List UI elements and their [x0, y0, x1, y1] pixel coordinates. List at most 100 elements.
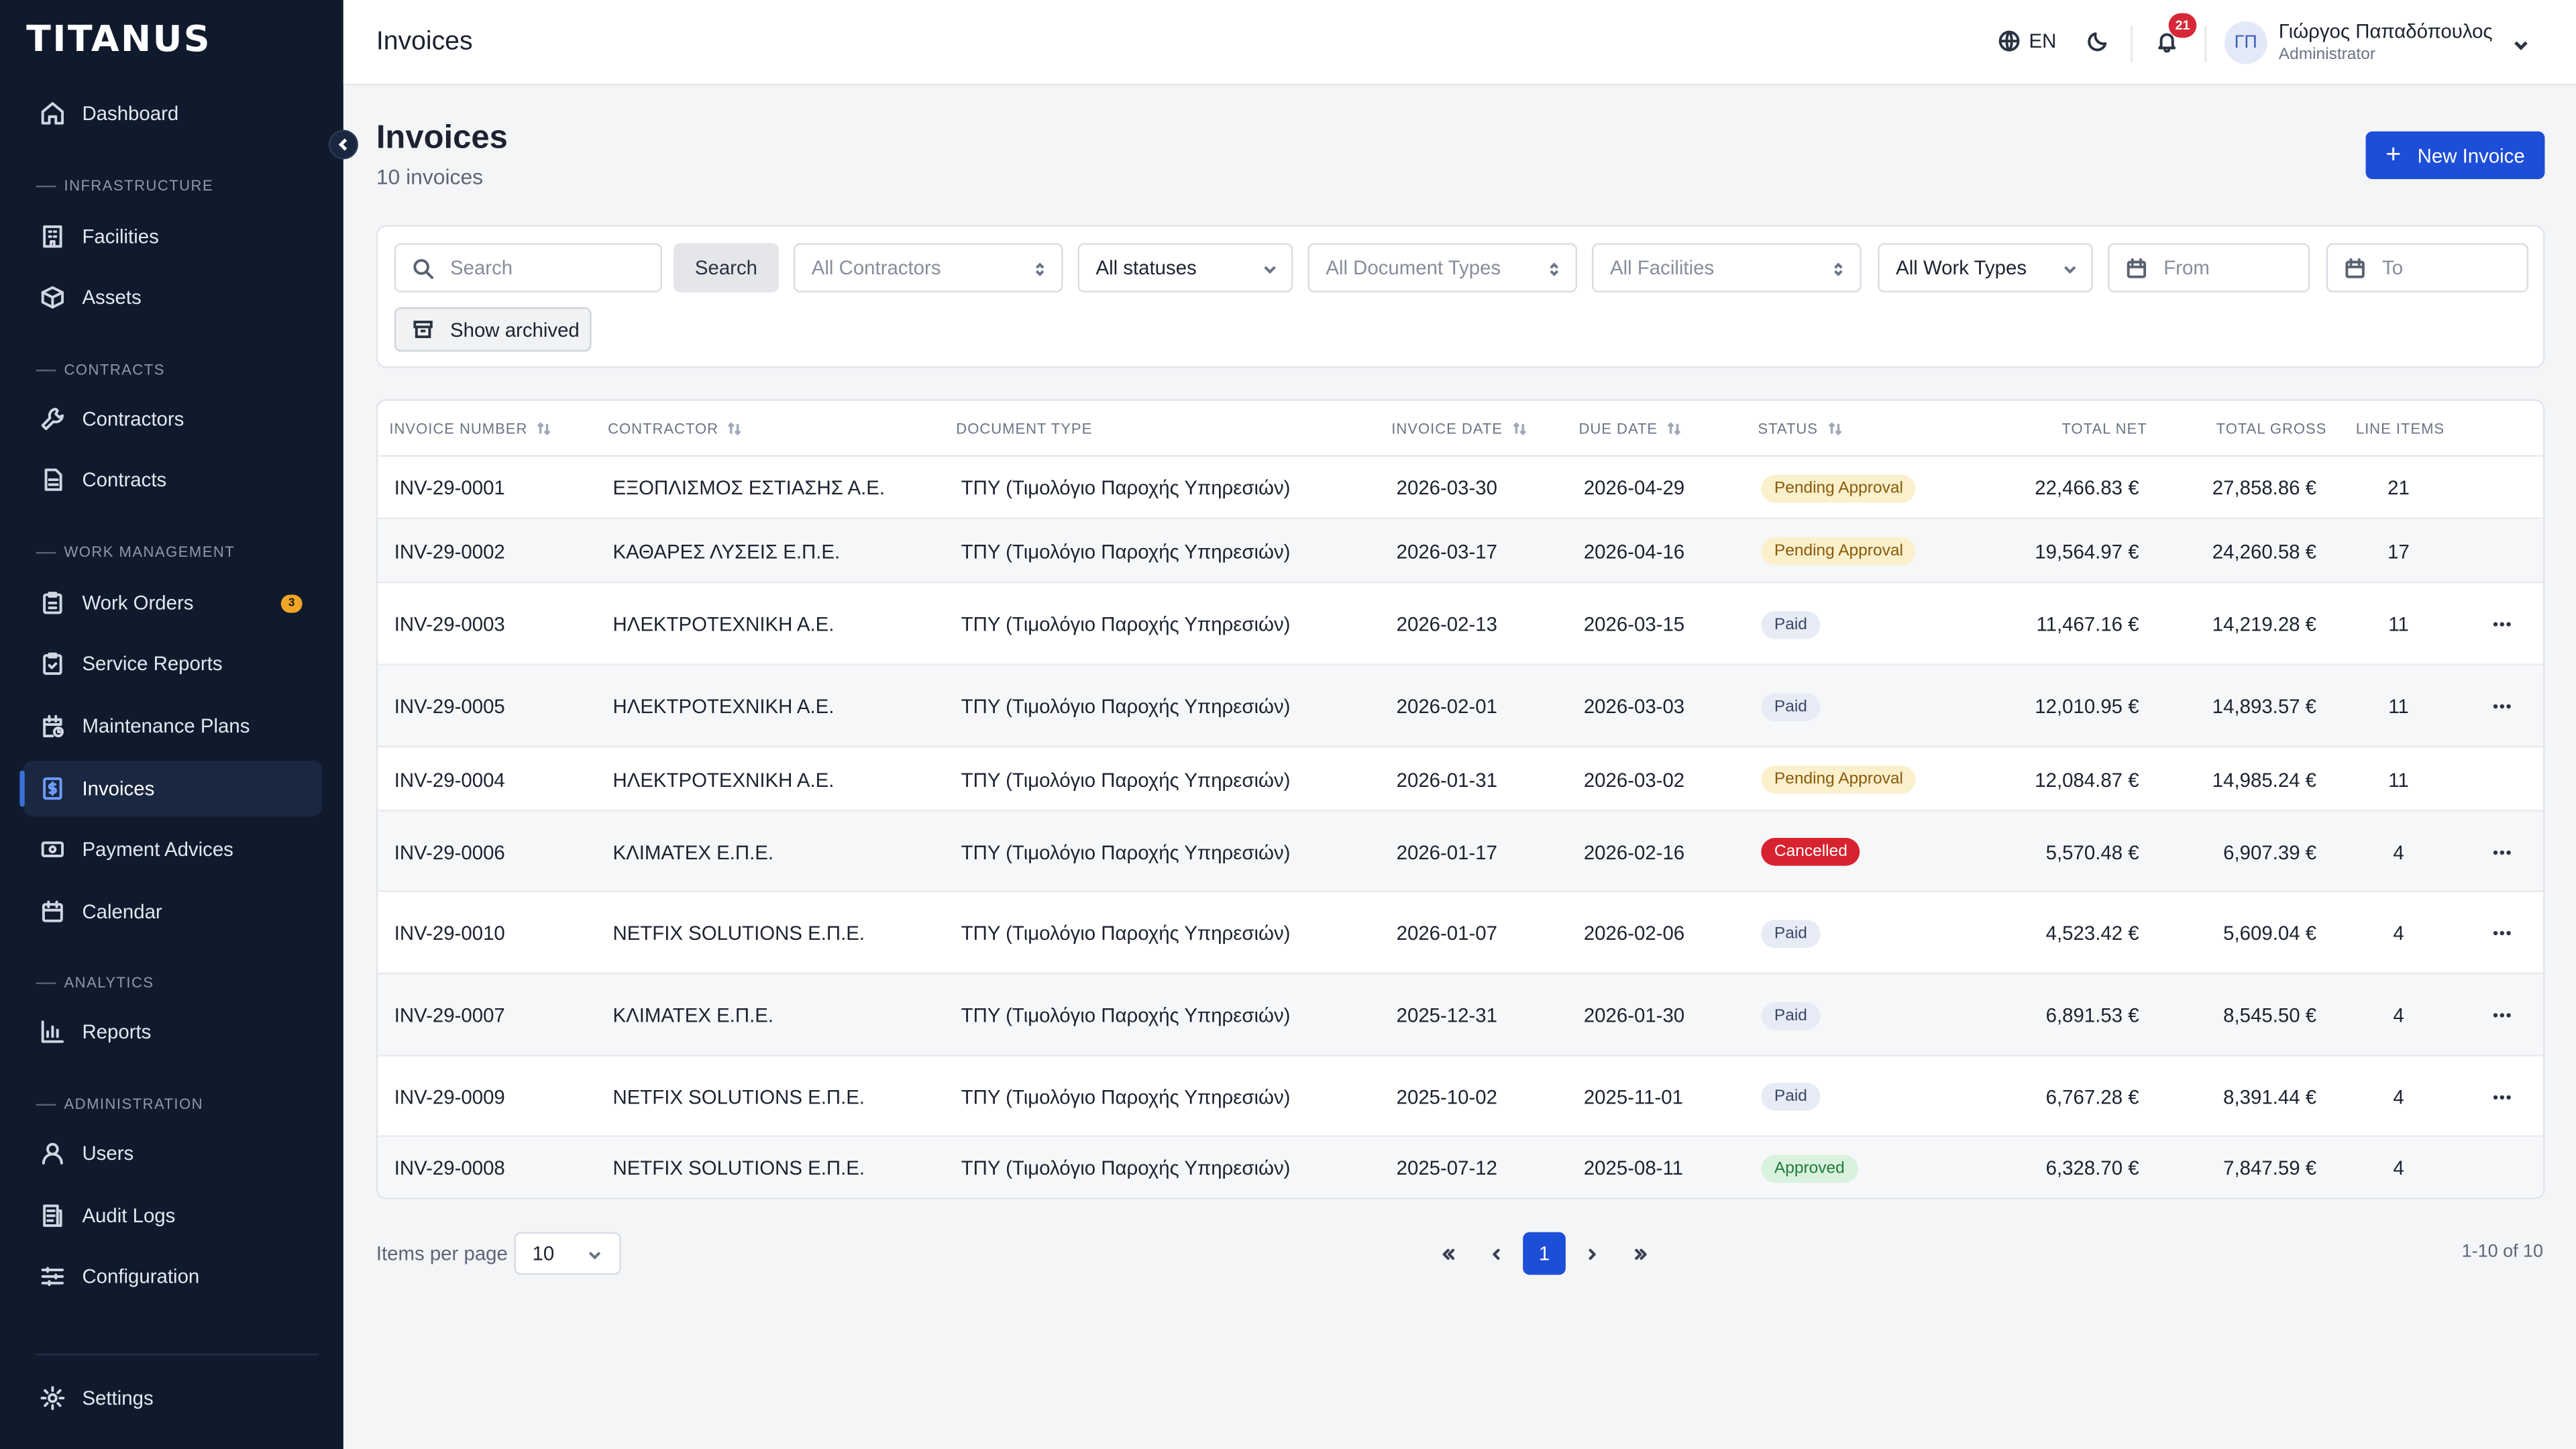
- more-horizontal-icon: [2493, 1094, 2511, 1099]
- sidebar-item-calendar[interactable]: Calendar: [23, 884, 322, 940]
- sidebar-item-work-orders[interactable]: Work Orders 3: [23, 575, 322, 631]
- table-row[interactable]: INV-29-0008 NETFIX SOLUTIONS Ε.Π.Ε. ΤΠΥ (Τ…: [378, 1136, 2544, 1198]
- date-from-input[interactable]: From: [2108, 243, 2310, 292]
- sidebar-item-contracts[interactable]: Contracts: [23, 451, 322, 507]
- invoice-number-cell[interactable]: INV-29-0005: [394, 695, 505, 718]
- user-menu-toggle[interactable]: [2512, 33, 2530, 62]
- show-archived-button[interactable]: Show archived: [394, 307, 592, 352]
- document-type-cell: ΤΠΥ (Τιμολόγιο Παροχής Υπηρεσιών): [961, 476, 1291, 500]
- avatar[interactable]: ΓΠ: [2224, 21, 2267, 64]
- invoice-number-cell[interactable]: INV-29-0007: [394, 1004, 505, 1026]
- sidebar-item-assets[interactable]: Assets: [23, 270, 322, 325]
- table-row[interactable]: INV-29-0007 ΚΛΙΜΑΤΕΧ Ε.Π.Ε. ΤΠΥ (Τιμολόγιο…: [378, 974, 2544, 1057]
- sidebar-item-maintenance-plans[interactable]: Maintenance Plans: [23, 698, 322, 754]
- invoice-number-cell[interactable]: INV-29-0004: [394, 768, 505, 791]
- sidebar-item-facilities[interactable]: Facilities: [23, 209, 322, 264]
- table-row[interactable]: INV-29-0010 NETFIX SOLUTIONS Ε.Π.Ε. ΤΠΥ (Τ…: [378, 892, 2544, 975]
- theme-toggle[interactable]: [2086, 30, 2109, 61]
- row-actions-button[interactable]: [2491, 612, 2514, 641]
- row-actions-button[interactable]: [2491, 695, 2514, 723]
- page-button-current[interactable]: 1: [1523, 1232, 1566, 1275]
- column-contractor[interactable]: CONTRACTOR: [608, 421, 743, 437]
- contractor-cell: ΗΛΕΚΤΡΟΤΕΧΝΙΚΗ Α.Ε.: [612, 767, 835, 792]
- row-actions-button[interactable]: [2491, 1004, 2514, 1032]
- first-page-button[interactable]: [1426, 1232, 1469, 1275]
- table-row[interactable]: INV-29-0009 NETFIX SOLUTIONS Ε.Π.Ε. ΤΠΥ (Τ…: [378, 1057, 2544, 1137]
- search-button[interactable]: Search: [674, 243, 779, 292]
- date-to-input[interactable]: To: [2326, 243, 2528, 292]
- language-switcher[interactable]: EN: [1998, 30, 2056, 52]
- table-row[interactable]: INV-29-0004 ΗΛΕΚΤΡΟΤΕΧΝΙΚΗ Α.Ε. ΤΠΥ (Τιμολ…: [378, 747, 2544, 812]
- work-type-filter-value: All Work Types: [1896, 256, 2027, 280]
- row-actions-button[interactable]: [2491, 841, 2514, 869]
- line-items-cell: 4: [2393, 1004, 2404, 1027]
- invoice-number-cell[interactable]: INV-29-0002: [394, 539, 505, 562]
- invoice-number-cell[interactable]: INV-29-0003: [394, 612, 505, 635]
- work-type-filter[interactable]: All Work Types: [1878, 243, 2094, 292]
- sidebar-item-payment-advices[interactable]: Payment Advices: [23, 821, 322, 877]
- invoice-number-cell[interactable]: INV-29-0006: [394, 841, 505, 863]
- previous-page-button[interactable]: [1474, 1232, 1517, 1275]
- items-per-page-label: Items per page: [376, 1242, 508, 1265]
- total-gross-cell: 8,545.50 €: [2223, 1004, 2317, 1027]
- column-status[interactable]: STATUS: [1758, 421, 1842, 437]
- row-actions-button[interactable]: [2491, 1085, 2514, 1114]
- column-label: TOTAL GROSS: [2216, 420, 2327, 437]
- sidebar-item-contractors[interactable]: Contractors: [23, 391, 322, 447]
- sidebar-item-service-reports[interactable]: Service Reports: [23, 636, 322, 692]
- table-row[interactable]: INV-29-0006 ΚΛΙΜΑΤΕΧ Ε.Π.Ε. ΤΠΥ (Τιμολόγιο…: [378, 811, 2544, 892]
- sidebar-item-label: Dashboard: [82, 101, 179, 125]
- sidebar-item-users[interactable]: Users: [23, 1126, 322, 1181]
- sidebar-item-audit-logs[interactable]: Audit Logs: [23, 1188, 322, 1244]
- table-row[interactable]: INV-29-0002 ΚΑΘΑΡΕΣ ΛΥΣΕΙΣ Ε.Π.Ε. ΤΠΥ (Τιμ…: [378, 519, 2544, 584]
- sidebar-item-settings[interactable]: Settings: [23, 1370, 322, 1426]
- table-row[interactable]: INV-29-0005 ΗΛΕΚΤΡΟΤΕΧΝΙΚΗ Α.Ε. ΤΠΥ (Τιμολ…: [378, 665, 2544, 748]
- column-label: STATUS: [1758, 420, 1818, 437]
- invoice-count: 10 invoices: [376, 164, 484, 189]
- status-filter[interactable]: All statuses: [1077, 243, 1293, 292]
- collapse-sidebar-button[interactable]: [328, 129, 358, 160]
- invoice-icon: [40, 775, 66, 802]
- row-actions-button[interactable]: [2491, 922, 2514, 950]
- sidebar-item-configuration[interactable]: Configuration: [23, 1248, 322, 1304]
- contractor-cell: ΚΑΘΑΡΕΣ ΛΥΣΕΙΣ Ε.Π.Ε.: [612, 539, 841, 563]
- work-orders-badge: 3: [280, 594, 303, 613]
- sidebar-item-invoices[interactable]: Invoices: [19, 760, 323, 817]
- items-per-page-select[interactable]: 10: [514, 1232, 621, 1275]
- sidebar-item-label: Contractors: [82, 407, 184, 431]
- more-horizontal-icon: [2493, 622, 2511, 627]
- invoice-number-cell[interactable]: INV-29-0010: [394, 922, 505, 945]
- search-input[interactable]: Search: [394, 243, 662, 292]
- column-invoice-date[interactable]: INVOICE DATE: [1391, 421, 1527, 437]
- invoice-date-cell: 2025-07-12: [1396, 1157, 1497, 1180]
- sidebar-item-label: Invoices: [82, 777, 155, 800]
- user-role: Administrator: [2278, 46, 2375, 64]
- contractor-cell: ΚΛΙΜΑΤΕΧ Ε.Π.Ε.: [612, 840, 774, 863]
- user-name[interactable]: Γιώργος Παπαδόπουλος: [2279, 19, 2493, 42]
- last-page-button[interactable]: [1618, 1232, 1661, 1275]
- bar-chart-icon: [40, 1018, 66, 1044]
- total-gross-cell: 6,907.39 €: [2223, 840, 2317, 863]
- column-due-date[interactable]: DUE DATE: [1578, 421, 1682, 437]
- next-page-button[interactable]: [1570, 1232, 1613, 1275]
- document-type-filter[interactable]: All Document Types: [1307, 243, 1578, 292]
- sidebar-item-dashboard[interactable]: Dashboard: [23, 85, 322, 141]
- invoice-number-cell[interactable]: INV-29-0001: [394, 476, 505, 499]
- invoice-number-cell[interactable]: INV-29-0009: [394, 1085, 505, 1108]
- facility-filter[interactable]: All Facilities: [1592, 243, 1862, 292]
- contractor-filter[interactable]: All Contractors: [793, 243, 1063, 292]
- invoice-number-cell[interactable]: INV-29-0008: [394, 1157, 505, 1179]
- column-invoice-number[interactable]: INVOICE NUMBER: [389, 421, 552, 437]
- building-icon: [40, 223, 66, 250]
- invoice-date-cell: 2026-02-13: [1396, 612, 1497, 636]
- contractor-cell: ΕΞΟΠΛΙΣΜΟΣ ΕΣΤΙΑΣΗΣ Α.Ε.: [612, 476, 885, 500]
- sort-icon: [727, 421, 743, 437]
- total-net-cell: 12,010.95 €: [2035, 694, 2139, 718]
- table-row[interactable]: INV-29-0001 ΕΞΟΠΛΙΣΜΟΣ ΕΣΤΙΑΣΗΣ Α.Ε. ΤΠΥ (…: [378, 457, 2544, 519]
- document-type-cell: ΤΠΥ (Τιμολόγιο Παροχής Υπηρεσιών): [961, 767, 1291, 792]
- sidebar-item-reports[interactable]: Reports: [23, 1004, 322, 1059]
- table-row[interactable]: INV-29-0003 ΗΛΕΚΤΡΟΤΕΧΝΙΚΗ Α.Ε. ΤΠΥ (Τιμολ…: [378, 583, 2544, 665]
- status-filter-value: All statuses: [1095, 256, 1197, 280]
- new-invoice-button[interactable]: + New Invoice: [2365, 131, 2545, 179]
- status-badge: Paid: [1761, 1001, 1821, 1030]
